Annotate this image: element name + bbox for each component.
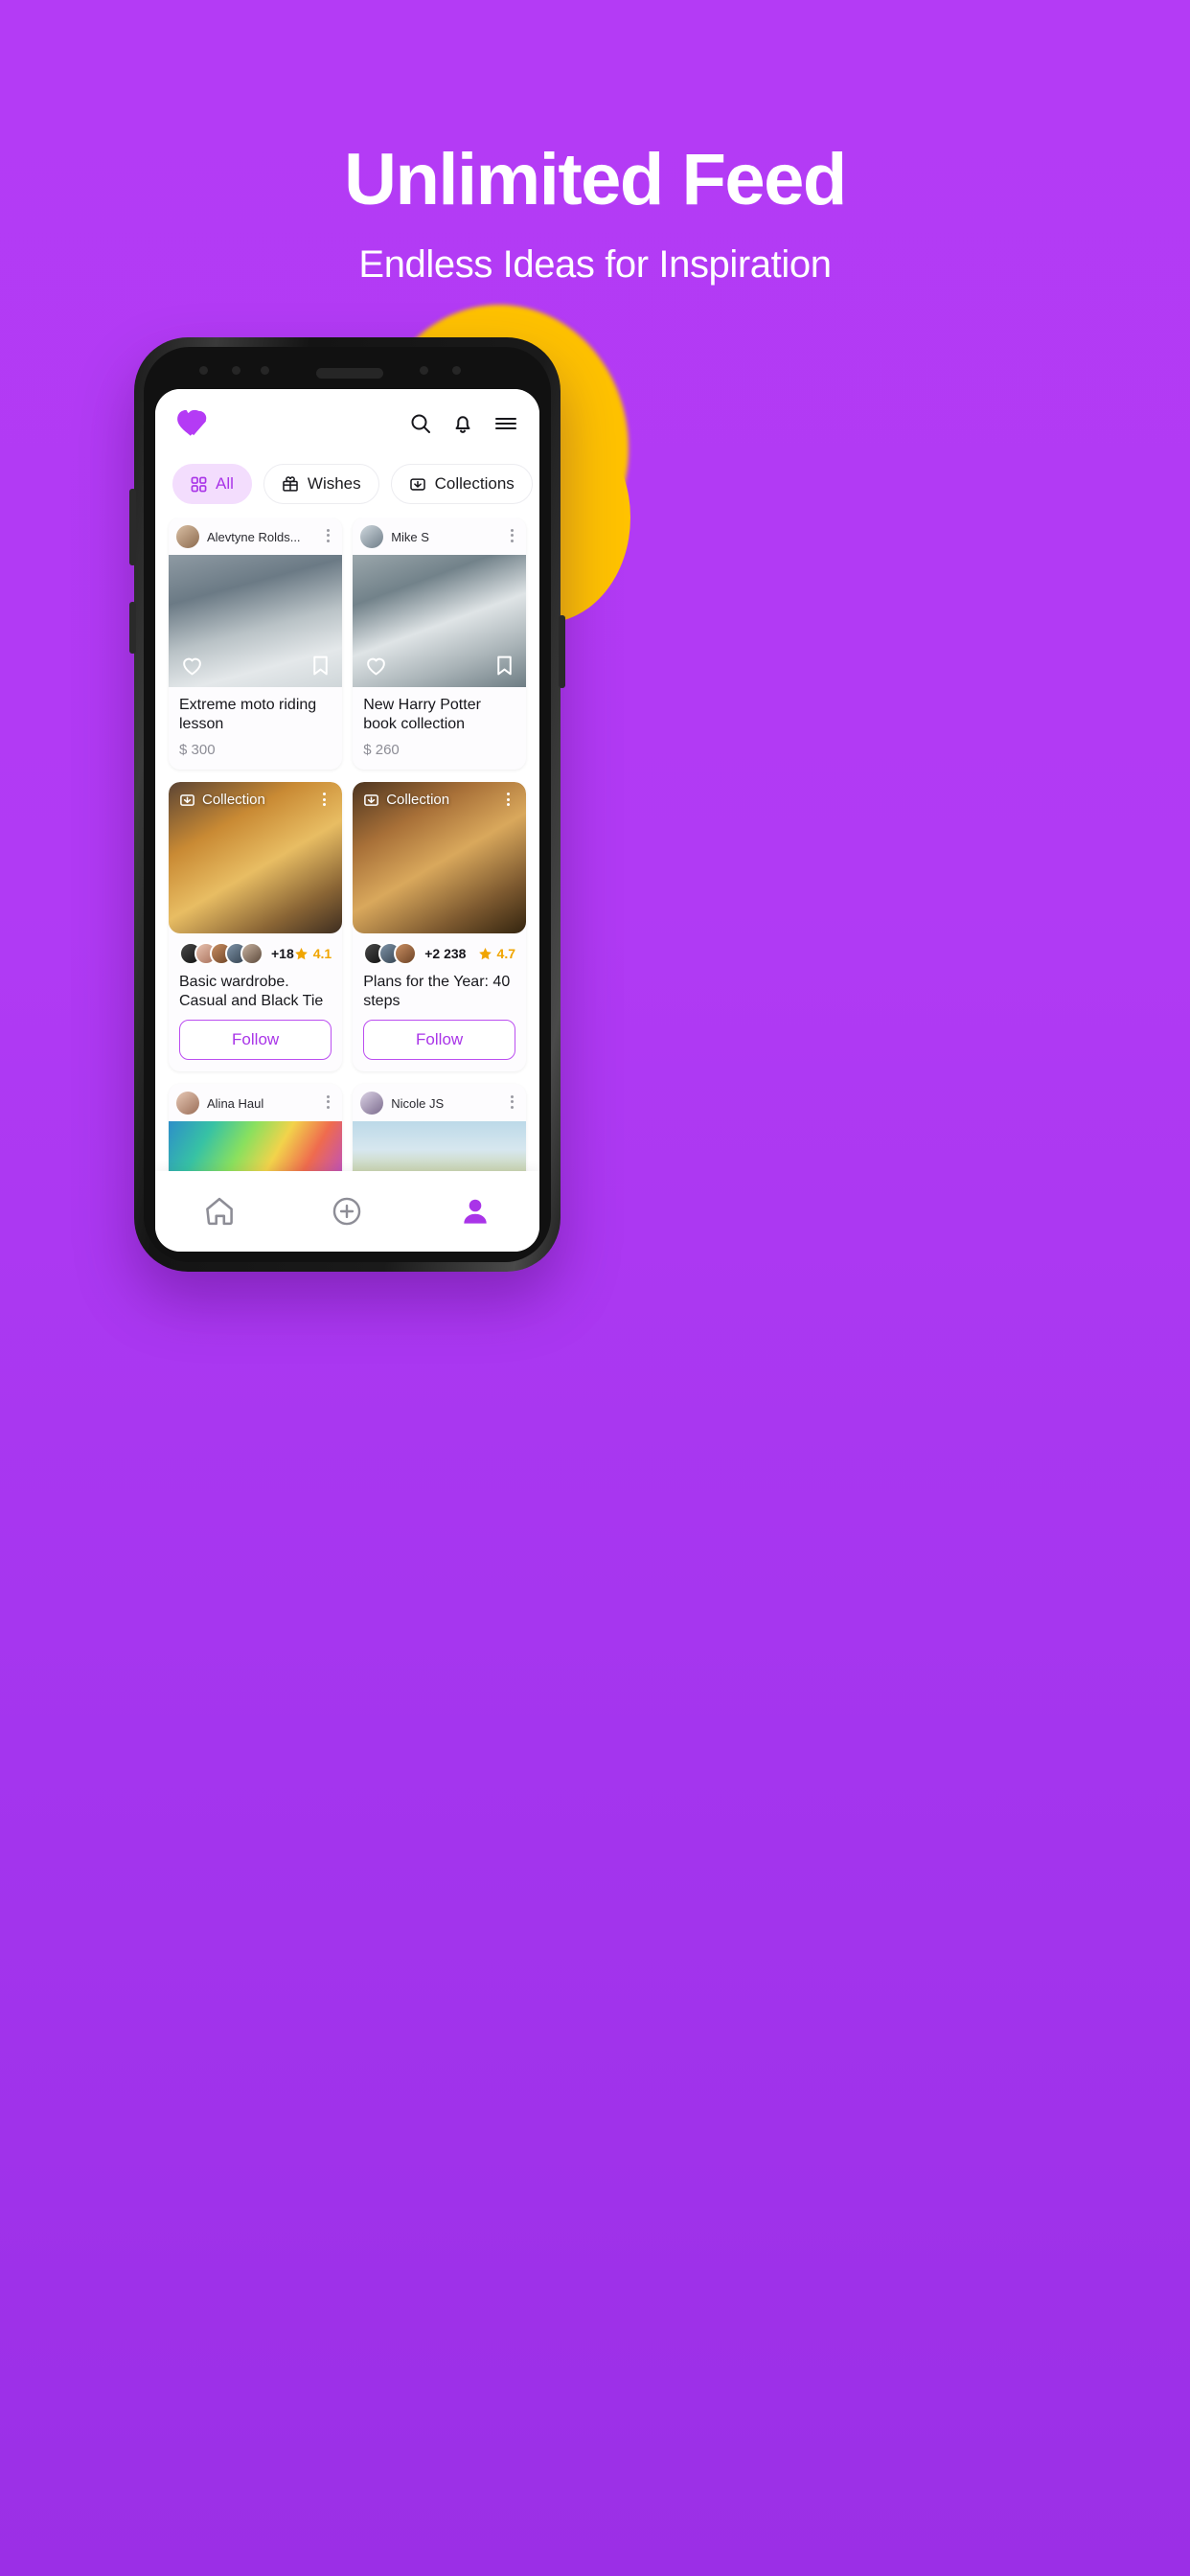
avatar xyxy=(176,1092,199,1116)
avatar xyxy=(360,1092,384,1116)
collection-media[interactable]: Collection xyxy=(353,782,526,934)
phone-notch xyxy=(144,358,551,383)
app-header xyxy=(155,389,539,458)
phone-mockup: All Wishes Collections Alevtyne Rolds...… xyxy=(129,337,565,1272)
chip-wishes[interactable]: Wishes xyxy=(263,464,379,504)
page-title: Unlimited Feed xyxy=(344,139,847,220)
feed-grid[interactable]: Alevtyne Rolds... Extreme moto riding le… xyxy=(155,518,539,1215)
more-options-icon[interactable] xyxy=(321,528,334,545)
heart-icon[interactable] xyxy=(364,654,388,678)
rating-value: 4.1 xyxy=(312,946,332,962)
chip-collections[interactable]: Collections xyxy=(390,464,533,504)
post-title: Extreme moto riding lesson xyxy=(179,697,317,732)
more-options-icon[interactable] xyxy=(501,793,515,809)
participants-count: +18 xyxy=(271,946,294,962)
hero-section: Unlimited Feed Endless Ideas for Inspira… xyxy=(0,0,1190,287)
post-author: Nicole JS xyxy=(391,1095,445,1111)
profile-icon[interactable] xyxy=(458,1194,492,1229)
chip-all[interactable]: All xyxy=(172,464,252,504)
bookmark-icon[interactable] xyxy=(494,654,515,678)
filter-chip-row: All Wishes Collections xyxy=(155,458,539,518)
collection-icon xyxy=(180,794,195,806)
bookmark-icon[interactable] xyxy=(310,654,331,678)
home-icon[interactable] xyxy=(202,1194,237,1229)
collection-badge-label: Collection xyxy=(386,792,450,809)
heart-logo-icon[interactable] xyxy=(176,408,213,439)
collection-badge-label: Collection xyxy=(202,792,265,809)
plus-icon[interactable] xyxy=(331,1195,363,1228)
feed-card-post[interactable]: Alina Haul xyxy=(169,1084,343,1185)
star-icon xyxy=(294,947,308,959)
feed-column-right: Mike S New Harry Potter book collection … xyxy=(353,518,526,1215)
volume-up-button[interactable] xyxy=(129,489,136,565)
feed-card-collection[interactable]: Collection +18 4.1 Basic wardrobe. Casua… xyxy=(169,782,343,1072)
search-icon[interactable] xyxy=(409,412,432,435)
more-options-icon[interactable] xyxy=(505,528,518,545)
rating: 4.1 xyxy=(294,946,332,961)
bell-icon[interactable] xyxy=(451,412,474,435)
collection-title: Basic wardrobe. Casual and Black Tie xyxy=(179,974,324,1009)
post-media[interactable] xyxy=(353,555,526,687)
participant-avatars xyxy=(363,942,418,966)
participants-count: +2 238 xyxy=(424,946,467,962)
feed-card-post[interactable]: Alevtyne Rolds... Extreme moto riding le… xyxy=(169,518,343,770)
collection-icon xyxy=(409,478,425,491)
chip-wishes-label: Wishes xyxy=(307,474,361,493)
bottom-tab-bar xyxy=(155,1171,539,1252)
menu-icon[interactable] xyxy=(493,412,518,435)
grid-icon xyxy=(191,476,207,492)
rating: 4.7 xyxy=(478,946,515,961)
avatar xyxy=(360,525,384,548)
post-author: Alina Haul xyxy=(207,1095,264,1111)
star-icon xyxy=(478,947,492,959)
collection-icon xyxy=(364,794,379,806)
volume-down-button[interactable] xyxy=(129,602,136,654)
feed-card-collection[interactable]: Collection +2 238 4.7 Plans for the Year… xyxy=(353,782,526,1072)
page-subtitle: Endless Ideas for Inspiration xyxy=(358,242,832,286)
post-author: Alevtyne Rolds... xyxy=(207,529,301,544)
rating-value: 4.7 xyxy=(496,946,515,962)
post-price: $ 300 xyxy=(179,742,216,759)
post-author: Mike S xyxy=(391,529,429,544)
feed-card-post[interactable]: Nicole JS xyxy=(353,1084,526,1185)
collection-media[interactable]: Collection xyxy=(169,782,343,934)
chip-collections-label: Collections xyxy=(434,474,515,493)
phone-screen: All Wishes Collections Alevtyne Rolds...… xyxy=(155,389,539,1252)
heart-icon[interactable] xyxy=(180,654,204,678)
more-options-icon[interactable] xyxy=(317,793,331,809)
feed-card-post[interactable]: Mike S New Harry Potter book collection … xyxy=(353,518,526,770)
more-options-icon[interactable] xyxy=(505,1094,518,1112)
power-button[interactable] xyxy=(559,615,565,688)
post-price: $ 260 xyxy=(363,742,400,759)
gift-icon xyxy=(283,476,298,492)
feed-column-left: Alevtyne Rolds... Extreme moto riding le… xyxy=(169,518,343,1215)
more-options-icon[interactable] xyxy=(321,1094,334,1112)
participant-avatars xyxy=(179,942,263,966)
post-title: New Harry Potter book collection xyxy=(363,697,481,732)
post-media[interactable] xyxy=(169,555,343,687)
collection-title: Plans for the Year: 40 steps xyxy=(363,974,511,1009)
follow-button[interactable]: Follow xyxy=(363,1020,515,1061)
chip-all-label: All xyxy=(216,474,234,493)
follow-button[interactable]: Follow xyxy=(179,1020,332,1061)
avatar xyxy=(176,525,199,548)
phone-speaker xyxy=(316,368,383,379)
